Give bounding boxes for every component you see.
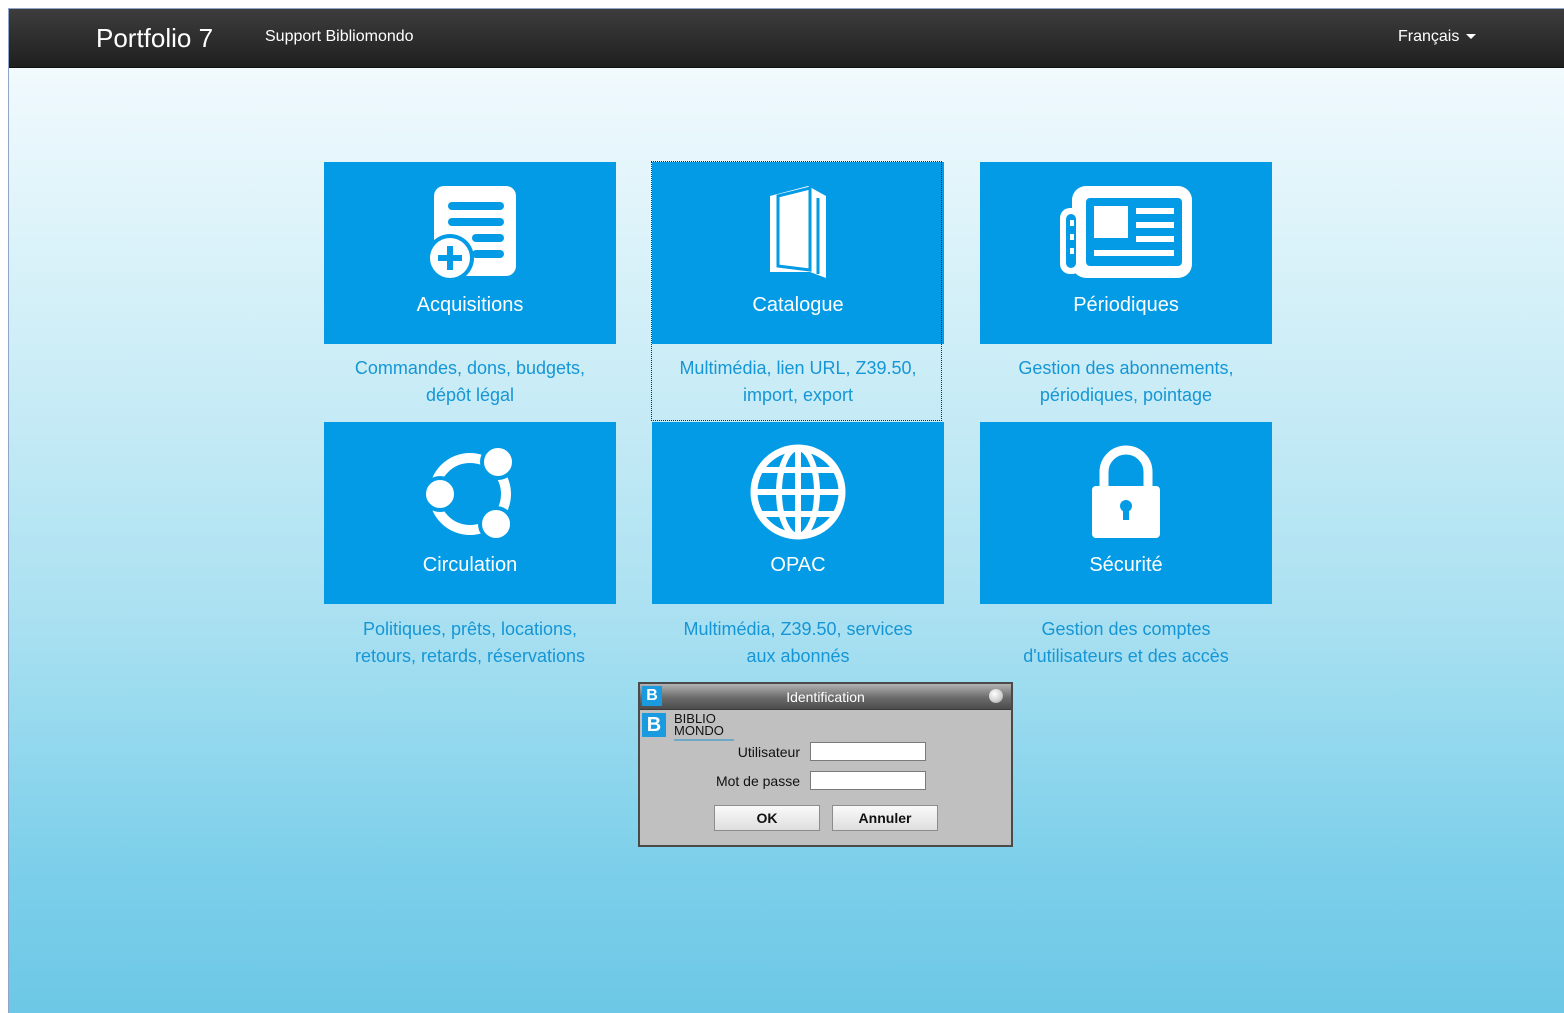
tile-description-periodiques: Gestion des abonnements, périodiques, po… — [980, 355, 1272, 409]
tile-label: Acquisitions — [416, 294, 524, 316]
user-label: Utilisateur — [737, 744, 800, 760]
support-link[interactable]: Support Bibliomondo — [265, 28, 414, 46]
book-icon — [770, 186, 826, 278]
tile-label: Périodiques — [1073, 294, 1179, 316]
language-dropdown[interactable]: Français — [1398, 28, 1477, 46]
password-label: Mot de passe — [715, 773, 800, 789]
description-line: Gestion des abonnements, — [1018, 358, 1234, 378]
tile-description-acquisitions: Commandes, dons, budgets, dépôt légal — [324, 355, 616, 409]
logo-line: MONDO — [674, 723, 724, 738]
tile-description-catalogue: Multimédia, lien URL, Z39.50, import, ex… — [652, 355, 944, 409]
browser-page: Portfolio 7 Support Bibliomondo Français… — [8, 8, 1564, 1013]
brand-title[interactable]: Portfolio 7 — [96, 23, 213, 54]
identification-dialog: B Identification B BIBLIO MONDO Utilisat… — [638, 682, 1013, 847]
description-line: Multimédia, Z39.50, services — [683, 619, 913, 639]
tile-description-circulation: Politiques, prêts, locations, retours, r… — [324, 616, 616, 670]
tile-catalogue[interactable]: Catalogue — [652, 162, 944, 344]
dialog-titlebar[interactable]: B Identification — [640, 684, 1011, 710]
logo-underline — [674, 739, 734, 741]
tile-description-securite: Gestion des comptes d'utilisateurs et de… — [980, 616, 1272, 670]
tile-circulation[interactable]: Circulation — [324, 422, 616, 604]
user-input[interactable] — [810, 742, 926, 761]
newspaper-icon — [1060, 186, 1192, 278]
description-line: Commandes, dons, budgets, — [354, 358, 586, 378]
description-line: aux abonnés — [746, 646, 850, 666]
tile-opac[interactable]: OPAC — [652, 422, 944, 604]
close-icon[interactable] — [989, 689, 1003, 703]
description-line: Multimédia, lien URL, Z39.50, — [679, 358, 917, 378]
globe-icon — [750, 444, 846, 540]
dialog-title: Identification — [786, 689, 865, 705]
tile-securite[interactable]: Sécurité — [980, 422, 1272, 604]
tile-description-opac: Multimédia, Z39.50, services aux abonnés — [652, 616, 944, 670]
tile-acquisitions[interactable]: Acquisitions — [324, 162, 616, 344]
tile-label: Circulation — [422, 554, 518, 576]
top-navbar: Portfolio 7 Support Bibliomondo Français — [9, 9, 1564, 68]
description-line: périodiques, pointage — [1039, 385, 1213, 405]
bibliomondo-logo-icon: B — [642, 713, 666, 737]
description-line: retours, retards, réservations — [354, 646, 586, 666]
description-line: Gestion des comptes — [1041, 619, 1211, 639]
cancel-button[interactable]: Annuler — [832, 805, 938, 831]
bibliomondo-logo: BIBLIO MONDO — [674, 712, 724, 738]
lock-icon — [1092, 445, 1160, 538]
description-line: import, export — [742, 385, 854, 405]
description-line: d'utilisateurs et des accès — [1023, 646, 1229, 666]
caret-down-icon — [1466, 34, 1477, 40]
language-label: Français — [1398, 28, 1460, 45]
ok-button[interactable]: OK — [714, 805, 820, 831]
circulation-icon — [422, 444, 516, 542]
tile-label: OPAC — [770, 554, 826, 576]
password-input[interactable] — [810, 771, 926, 790]
tile-label: Catalogue — [752, 294, 844, 316]
acquisitions-icon — [426, 186, 516, 282]
tile-label: Sécurité — [1089, 554, 1163, 576]
description-line: dépôt légal — [425, 385, 515, 405]
description-line: Politiques, prêts, locations, — [362, 619, 578, 639]
tile-periodiques[interactable]: Périodiques — [980, 162, 1272, 344]
